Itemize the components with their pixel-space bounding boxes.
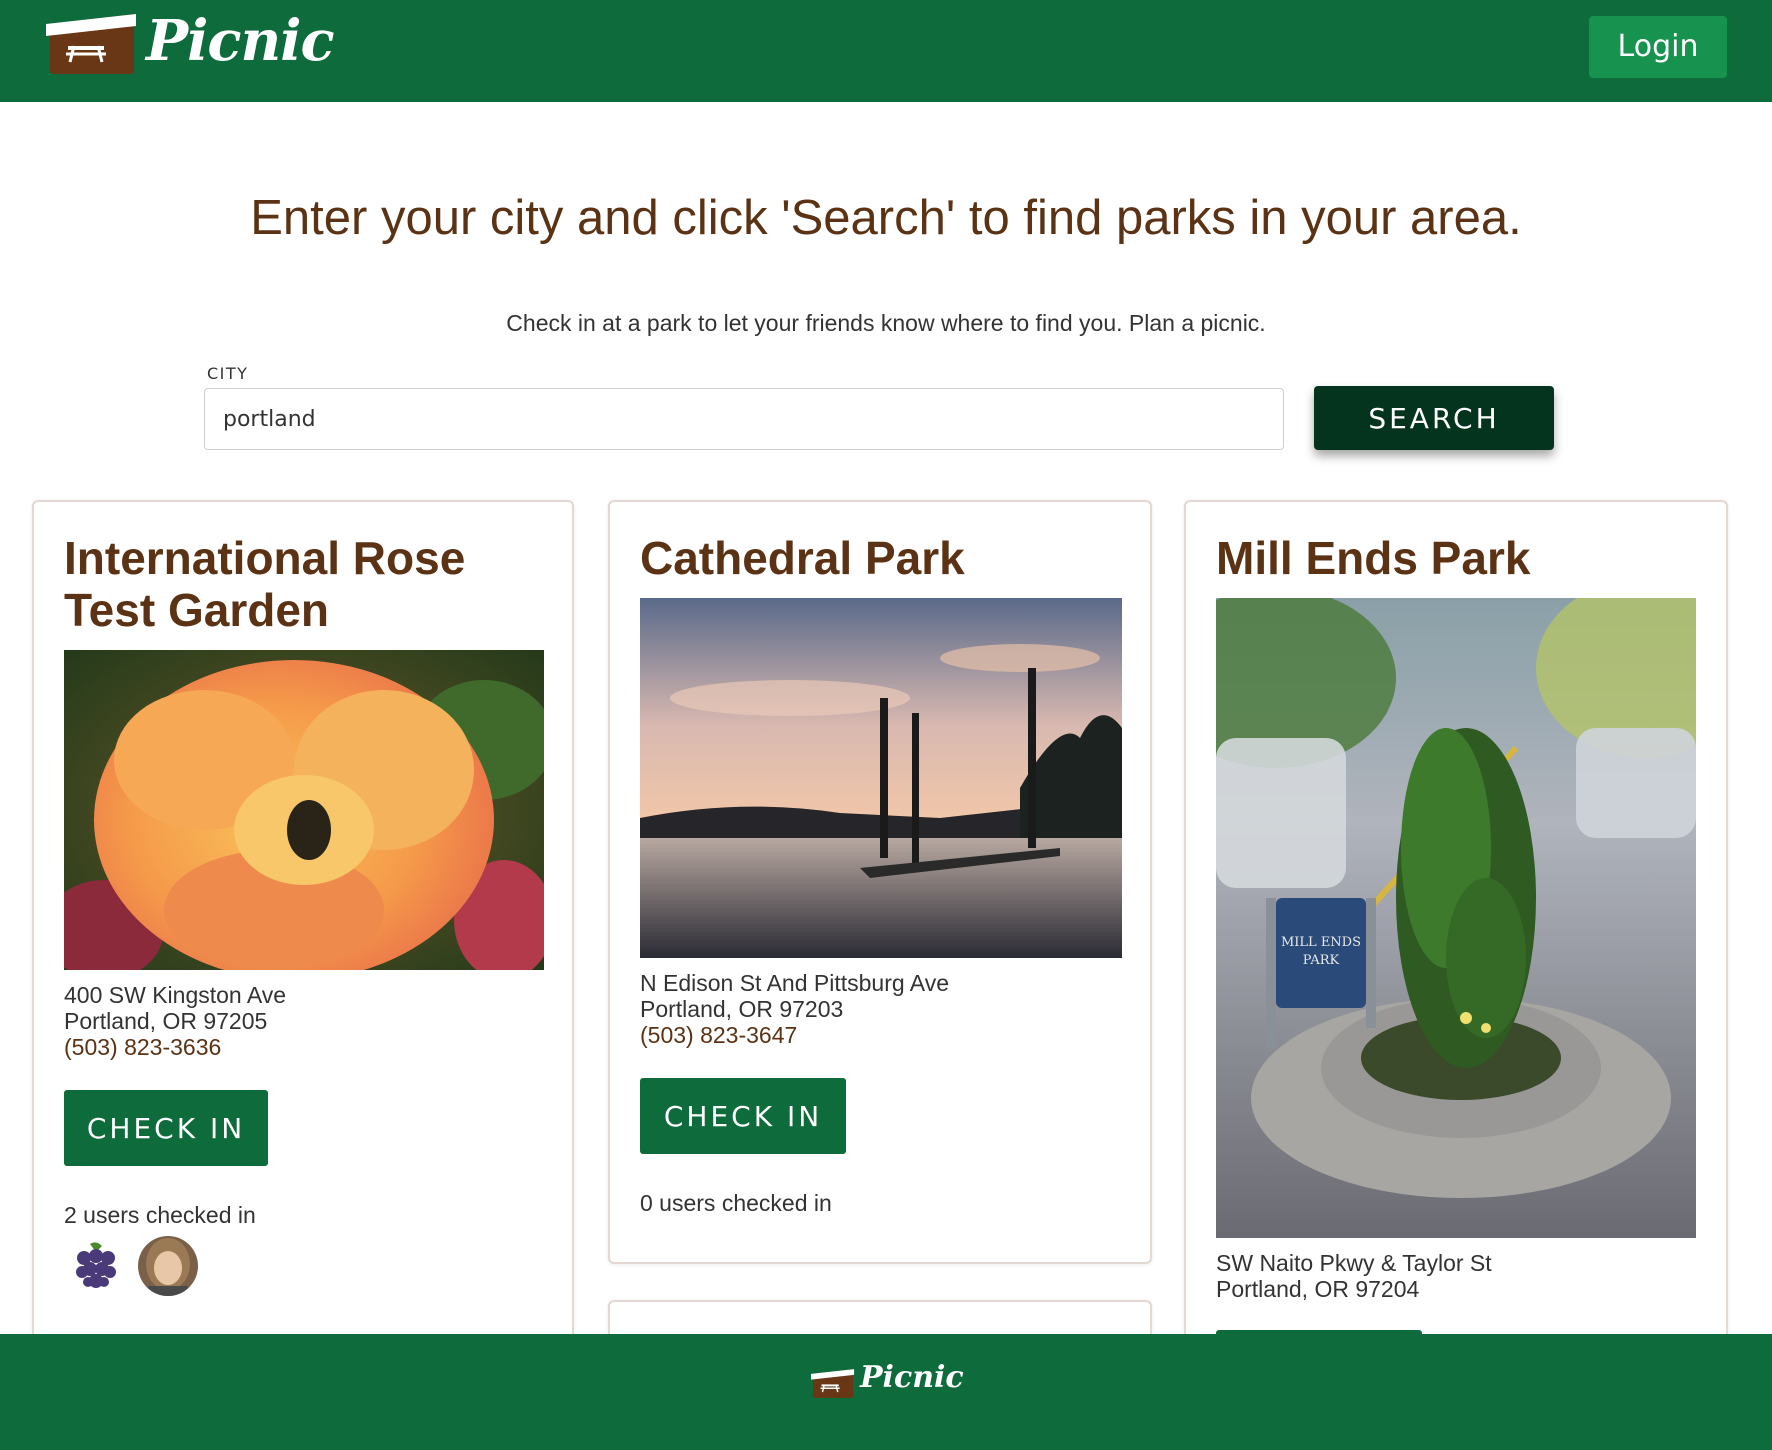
search-button[interactable]: SEARCH [1314,386,1554,450]
woman-avatar[interactable] [138,1236,198,1296]
park-address: 400 SW Kingston Ave Portland, OR 97205 (… [64,982,544,1060]
park-photo-rose [64,650,544,970]
mill-ends-sign-text: MILL ENDS [1281,935,1361,950]
park-address: N Edison St And Pittsburg Ave Portland, … [640,970,1120,1048]
check-in-button[interactable]: CHECK IN [64,1090,268,1166]
park-card: International Rose Test Garden 400 SW Ki… [32,500,574,1360]
check-in-button[interactable]: CHECK IN [640,1078,846,1154]
address-line1: 400 SW Kingston Ave [64,982,287,1008]
picnic-logo[interactable]: Picnic [44,8,335,80]
page-subheadline: Check in at a park to let your friends k… [506,310,1266,336]
park-photo-mill-ends: MILL ENDS PARK [1216,598,1696,1238]
mill-ends-sign-text-2: PARK [1303,953,1340,968]
park-name: International Rose Test Garden [64,532,466,636]
park-phone[interactable]: (503) 823-3636 [64,1034,544,1060]
park-name: Cathedral Park [640,532,965,584]
cathedral-park-image [640,598,1122,958]
mill-ends-park-image: MILL ENDS PARK [1216,598,1696,1238]
park-photo-cathedral [640,598,1122,958]
city-input[interactable] [204,388,1284,450]
park-card: Cathedral Park N Edison St And Pittsburg… [608,500,1152,1264]
footer-picnic-table-icon [810,1369,855,1398]
rose-image [64,650,544,970]
grapes-avatar[interactable] [66,1236,126,1296]
user-photo-icon [138,1236,198,1296]
city-label: CITY [207,364,249,383]
park-card: Mill Ends Park MILL ENDS PARK SW Naito P… [1184,500,1728,1360]
address-line2: Portland, OR 97205 [64,1008,268,1034]
login-button[interactable]: Login [1589,16,1727,78]
footer-logo[interactable]: Picnic [810,1360,964,1408]
park-name: Mill Ends Park [1216,532,1531,584]
footer-brand-name: Picnic [860,1360,964,1395]
top-navbar: Picnic Login [0,0,1772,102]
park-phone[interactable]: (503) 823-3647 [640,1022,1120,1048]
page-headline: Enter your city and click 'Search' to fi… [250,191,1522,245]
address-line1: SW Naito Pkwy & Taylor St [1216,1250,1492,1276]
users-checked-in: 0 users checked in [640,1190,832,1216]
picnic-table-icon [46,14,136,74]
address-line1: N Edison St And Pittsburg Ave [640,970,949,996]
park-address: SW Naito Pkwy & Taylor St Portland, OR 9… [1216,1250,1696,1302]
page-footer: Picnic [0,1334,1772,1450]
grapes-icon [66,1236,126,1296]
address-line2: Portland, OR 97204 [1216,1276,1420,1302]
users-checked-in: 2 users checked in [64,1202,256,1228]
address-line2: Portland, OR 97203 [640,996,844,1022]
brand-name: Picnic [146,8,335,74]
